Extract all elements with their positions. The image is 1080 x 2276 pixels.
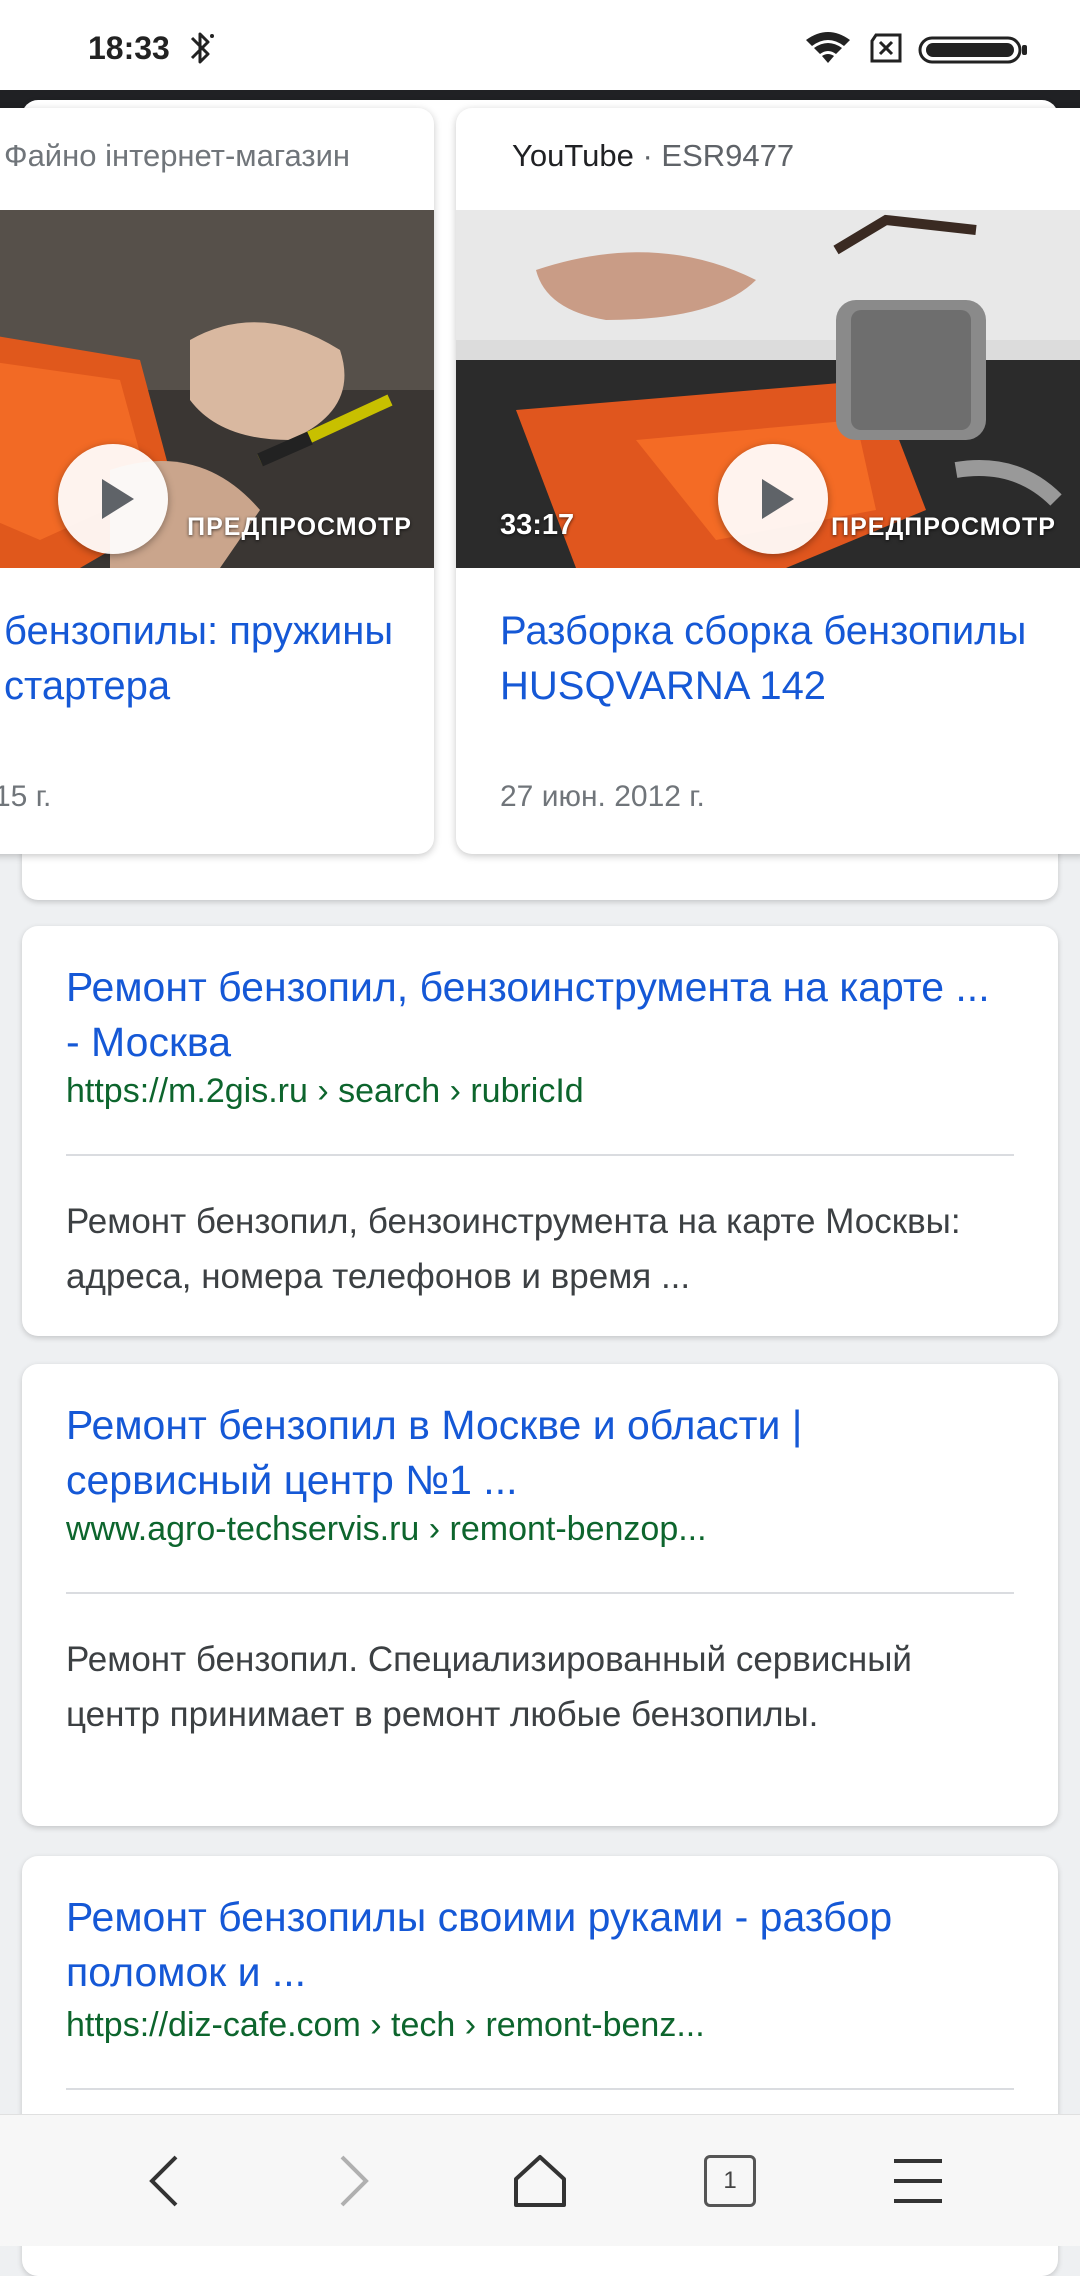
search-result[interactable]: Ремонт бензопил, бензоинструмента на кар…	[22, 926, 1058, 1336]
result-url[interactable]: www.agro-techservis.ru › remont-benzop..…	[66, 1510, 707, 1549]
video-title[interactable]: Разборка сборка бензопилы HUSQVARNA 142	[500, 604, 1056, 714]
result-title[interactable]: Ремонт бензопил, бензоинструмента на кар…	[66, 960, 1014, 1070]
video-thumbnail[interactable]: 33:17 ПРЕДПРОСМОТР	[456, 210, 1080, 568]
video-duration: 33:17	[500, 509, 575, 541]
result-url[interactable]: https://diz-cafe.com › tech › remont-ben…	[66, 2006, 705, 2045]
bottom-navigation: 1	[0, 2114, 1080, 2246]
divider	[66, 1154, 1014, 1156]
video-title[interactable]: бензопилы: пружины стартера	[4, 604, 394, 714]
result-snippet: Ремонт бензопил, бензоинструмента на кар…	[66, 1202, 961, 1296]
divider	[66, 2088, 1014, 2090]
video-date: 27 июн. 2012 г.	[500, 780, 705, 813]
divider	[66, 1592, 1014, 1594]
tabs-icon: 1	[704, 2155, 756, 2207]
video-card[interactable]: Файно інтернет-магазин ПРЕДПРОСМОТР бенз…	[0, 108, 434, 854]
video-card[interactable]: YouTube · ESR9477 33:17 ПРЕДПРОСМОТР Раз…	[456, 108, 1080, 854]
play-button[interactable]	[718, 444, 828, 554]
video-source: Файно інтернет-магазин	[4, 138, 351, 173]
result-url[interactable]: https://m.2gis.ru › search › rubricId	[66, 1072, 584, 1111]
battery-icon	[918, 36, 1030, 64]
forward-arrow-icon	[340, 2155, 369, 2207]
status-time: 18:33	[88, 30, 170, 66]
video-source-author: ESR9477	[661, 138, 795, 173]
status-bar: 18:33	[0, 0, 1080, 90]
home-icon	[514, 2155, 566, 2207]
video-source-separator: ·	[633, 138, 662, 173]
forward-button[interactable]	[314, 2145, 394, 2217]
back-arrow-icon	[149, 2155, 178, 2207]
preview-label[interactable]: ПРЕДПРОСМОТР	[831, 513, 1056, 542]
sim-none-icon	[868, 33, 904, 63]
result-title[interactable]: Ремонт бензопил в Москве и области | сер…	[66, 1398, 1014, 1508]
video-thumbnail[interactable]: ПРЕДПРОСМОТР	[0, 210, 434, 568]
video-source: YouTube · ESR9477	[512, 138, 794, 174]
play-button[interactable]	[58, 444, 168, 554]
menu-button[interactable]	[878, 2145, 958, 2217]
result-title[interactable]: Ремонт бензопилы своими руками - разбор …	[66, 1890, 1014, 2000]
preview-label[interactable]: ПРЕДПРОСМОТР	[187, 513, 412, 542]
result-snippet: Ремонт бензопил. Специализированный серв…	[66, 1640, 912, 1734]
tabs-button[interactable]: 1	[690, 2145, 770, 2217]
bluetooth-icon	[186, 28, 216, 68]
search-result[interactable]: Ремонт бензопил в Москве и области | сер…	[22, 1364, 1058, 1826]
home-button[interactable]	[500, 2145, 580, 2217]
video-date: 15 г.	[0, 780, 52, 813]
menu-icon	[894, 2159, 942, 2203]
wifi-icon	[804, 30, 852, 66]
status-icons	[770, 28, 1030, 68]
back-button[interactable]	[124, 2145, 204, 2217]
video-source-site: YouTube	[512, 138, 634, 173]
